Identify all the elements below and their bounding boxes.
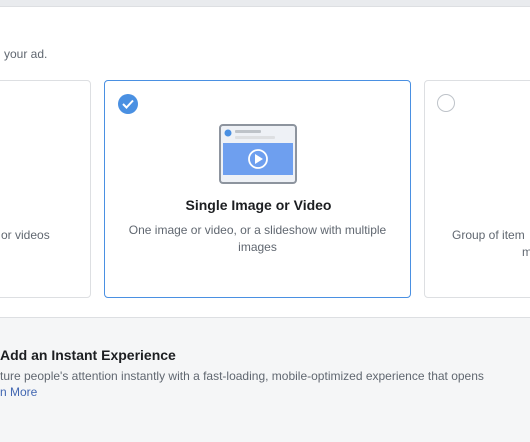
instant-experience-section: Add an Instant Experience ture people's … bbox=[0, 317, 530, 442]
radio-unselected[interactable] bbox=[437, 94, 455, 112]
format-card-description: or videos bbox=[1, 228, 50, 242]
video-illustration-icon bbox=[219, 124, 297, 189]
format-instruction: your ad. bbox=[4, 47, 48, 61]
instant-experience-title: Add an Instant Experience bbox=[0, 347, 176, 363]
selected-check-icon bbox=[118, 94, 138, 114]
format-card-description: One image or video, or a slideshow with … bbox=[128, 223, 387, 254]
format-card-single-image-or-video[interactable]: Single Image or Video One image or video… bbox=[104, 80, 411, 298]
format-card-description: Group of item bbox=[452, 228, 525, 242]
format-card-title: Single Image or Video bbox=[185, 197, 332, 213]
instant-experience-description: ture people's attention instantly with a… bbox=[0, 369, 484, 383]
ad-format-panel: your ad. or videos Single Image or Video… bbox=[0, 6, 530, 442]
format-card-carousel-left[interactable]: or videos bbox=[0, 80, 91, 298]
format-card-description-line2: m bbox=[522, 245, 530, 259]
format-card-collection-right[interactable]: Group of item m bbox=[424, 80, 530, 298]
learn-more-link[interactable]: n More bbox=[0, 385, 37, 399]
